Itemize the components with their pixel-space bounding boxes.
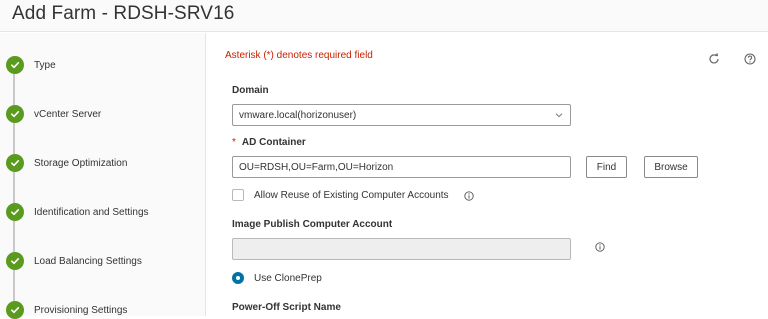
step-identification-settings[interactable]: Identification and Settings	[6, 203, 149, 221]
step-storage-optimization[interactable]: Storage Optimization	[6, 154, 127, 172]
page-header: Add Farm - RDSH-SRV16	[0, 0, 768, 32]
step-type[interactable]: Type	[6, 56, 56, 74]
required-field-note: Asterisk (*) denotes required field	[225, 50, 373, 61]
step-label: Load Balancing Settings	[34, 255, 142, 267]
power-off-script-label: Power-Off Script Name	[232, 302, 341, 313]
check-icon	[6, 203, 24, 221]
step-provisioning-settings[interactable]: Provisioning Settings	[6, 301, 127, 319]
help-icon[interactable]	[743, 52, 757, 66]
required-asterisk: *	[232, 137, 236, 148]
find-button[interactable]: Find	[586, 156, 627, 178]
allow-reuse-label: Allow Reuse of Existing Computer Account…	[254, 190, 449, 201]
domain-label: Domain	[232, 85, 269, 96]
step-label: vCenter Server	[34, 108, 102, 120]
domain-select[interactable]: vmware.local(horizonuser)	[232, 104, 571, 126]
allow-reuse-checkbox[interactable]	[232, 189, 244, 201]
domain-select-value: vmware.local(horizonuser)	[239, 110, 357, 121]
step-label: Provisioning Settings	[34, 304, 128, 316]
step-connector	[13, 74, 15, 105]
check-icon	[6, 56, 24, 74]
step-label: Identification and Settings	[34, 206, 149, 218]
use-cloneprep-label: Use ClonePrep	[254, 273, 322, 284]
check-icon	[6, 252, 24, 270]
step-connector	[13, 221, 15, 252]
check-icon	[6, 105, 24, 123]
radio-dot	[236, 276, 240, 280]
step-label: Storage Optimization	[34, 157, 128, 169]
refresh-icon[interactable]	[707, 52, 721, 66]
step-connector	[13, 270, 15, 301]
check-icon	[6, 301, 24, 319]
step-vcenter-server[interactable]: vCenter Server	[6, 105, 101, 123]
ad-container-label-text: AD Container	[241, 137, 306, 148]
step-label: Type	[34, 59, 56, 71]
browse-button[interactable]: Browse	[644, 156, 698, 178]
chevron-down-icon	[555, 113, 563, 118]
info-icon[interactable]	[595, 242, 605, 252]
ad-container-label: * AD Container	[232, 137, 306, 148]
use-cloneprep-radio[interactable]	[232, 272, 244, 284]
ad-container-value: OU=RDSH,OU=Farm,OU=Horizon	[239, 162, 394, 173]
info-icon[interactable]	[464, 191, 474, 201]
page-title: Add Farm - RDSH-SRV16	[12, 3, 235, 24]
step-load-balancing-settings[interactable]: Load Balancing Settings	[6, 252, 142, 270]
ad-container-input[interactable]: OU=RDSH,OU=Farm,OU=Horizon	[232, 156, 571, 178]
image-publish-input[interactable]	[232, 238, 571, 260]
step-connector	[13, 172, 15, 203]
step-connector	[13, 123, 15, 154]
image-publish-label: Image Publish Computer Account	[232, 219, 393, 230]
wizard-steps-sidebar: Type vCenter Server Storage Optimization…	[0, 33, 206, 319]
form-panel: Asterisk (*) denotes required field Doma…	[207, 33, 768, 316]
check-icon	[6, 154, 24, 172]
